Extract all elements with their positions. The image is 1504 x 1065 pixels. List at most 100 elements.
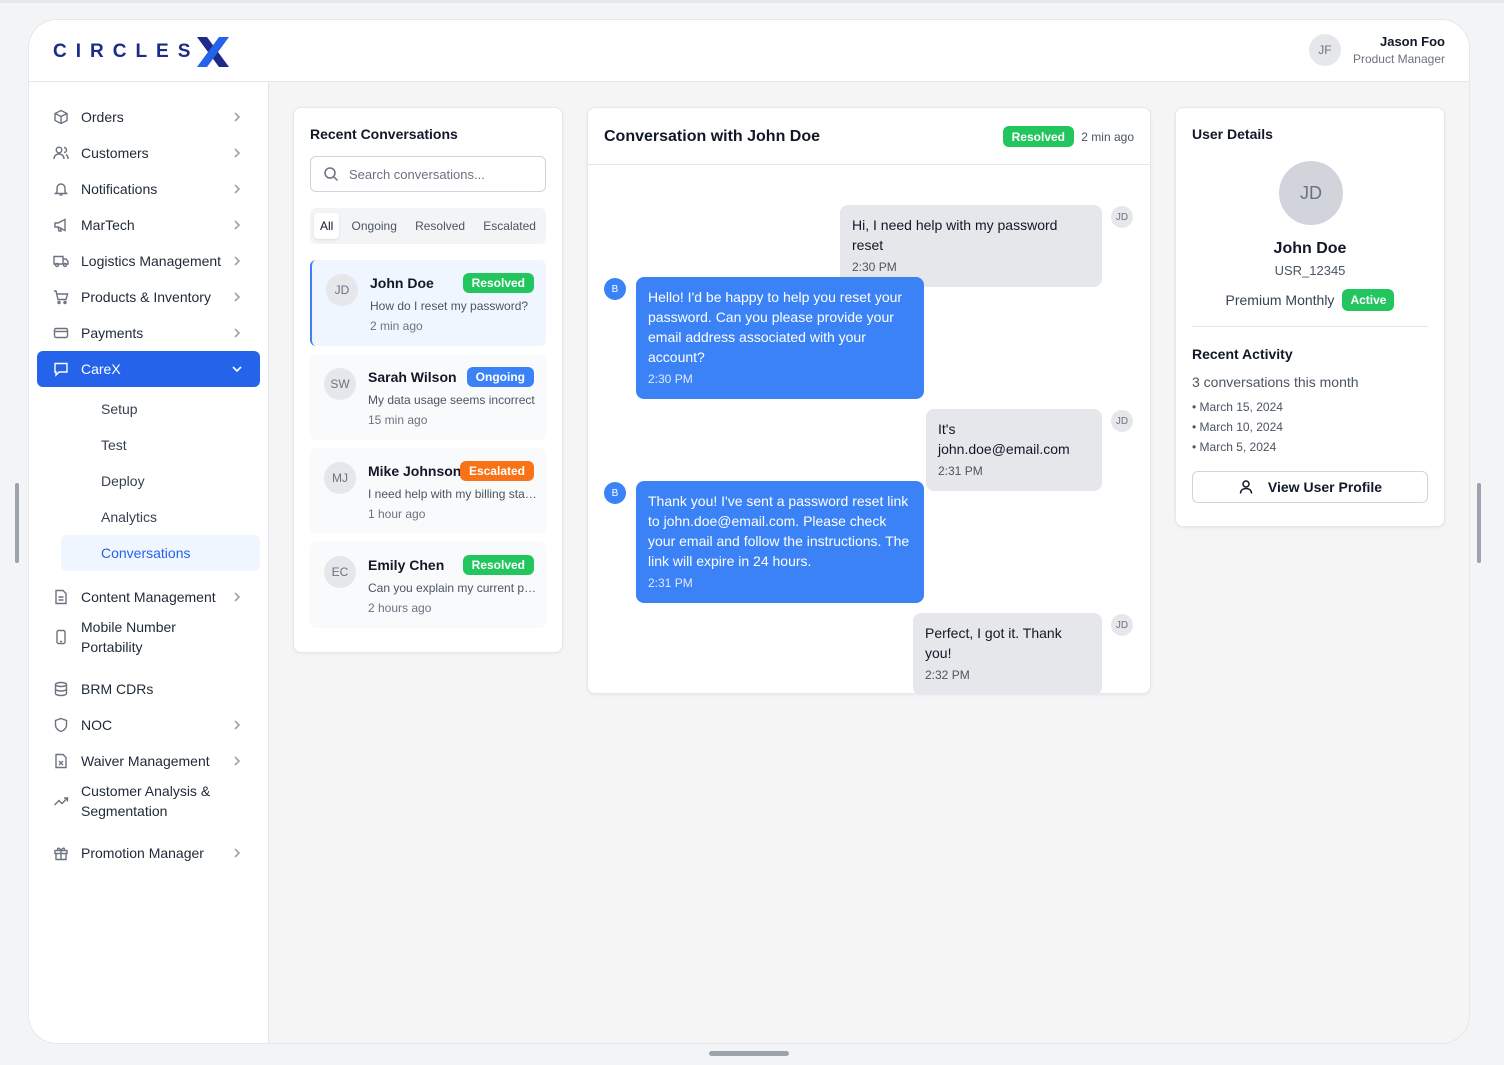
divider (1192, 326, 1428, 327)
sidebar-item-customers[interactable]: Customers (37, 135, 260, 171)
conversation-time: 2 hours ago (368, 601, 432, 615)
trend-icon (53, 793, 69, 809)
message-text: Thank you! I've sent a password reset li… (648, 493, 910, 569)
user-message: Hi, I need help with my password reset 2… (840, 205, 1102, 287)
conversation-header: Conversation with John Doe Resolved 2 mi… (588, 108, 1150, 165)
credit-card-icon (53, 325, 69, 341)
search-box[interactable] (310, 156, 546, 192)
sidebar-item-promotion[interactable]: Promotion Manager (37, 835, 260, 871)
search-icon (324, 167, 339, 182)
sidebar-item-products[interactable]: Products & Inventory (37, 279, 260, 315)
conversation-time: 15 min ago (368, 413, 428, 427)
recent-activity-title: Recent Activity (1192, 346, 1293, 362)
sidebar-subitem-deploy[interactable]: Deploy (61, 463, 260, 499)
status-badge: Resolved (462, 555, 534, 575)
conversation-item[interactable]: JD John Doe Resolved How do I reset my p… (310, 260, 546, 346)
bot-avatar: B (604, 482, 626, 504)
status-badge: Active (1342, 289, 1395, 311)
chevron-right-icon (234, 292, 241, 302)
conversation-item[interactable]: SW Sarah Wilson Ongoing My data usage se… (310, 354, 546, 440)
sidebar-item-customer-analysis[interactable]: Customer Analysis & Segmentation (37, 779, 260, 823)
user-avatar: JD (1111, 206, 1133, 228)
sidebar-item-orders[interactable]: Orders (37, 99, 260, 135)
sidebar-item-logistics[interactable]: Logistics Management (37, 243, 260, 279)
search-input[interactable] (349, 166, 539, 182)
user-menu[interactable]: JF Jason Foo Product Manager (1308, 34, 1445, 66)
conversation-panel: Conversation with John Doe Resolved 2 mi… (587, 107, 1151, 695)
avatar: MJ (324, 462, 356, 494)
avatar: JD (326, 274, 358, 306)
chevron-right-icon (234, 184, 241, 194)
activity-date: • March 15, 2024 (1192, 400, 1283, 414)
chevron-right-icon (234, 148, 241, 158)
conversation-item[interactable]: MJ Mike Johnson Escalated I need help wi… (310, 448, 546, 534)
user-message: It's john.doe@email.com 2:31 PM (926, 409, 1102, 491)
app-frame: CIRCLES JF Jason Foo Product Manager Ord… (29, 20, 1469, 1043)
user-name: Jason Foo (1379, 34, 1445, 49)
conversation-time: 1 hour ago (368, 507, 426, 521)
sidebar-subitem-analytics[interactable]: Analytics (61, 499, 260, 535)
sidebar-item-martech[interactable]: MarTech (37, 207, 260, 243)
customer-id: USR_12345 (1274, 263, 1346, 278)
plan-row: Premium Monthly Active (1176, 289, 1444, 311)
recent-conversations-panel: Recent Conversations All Ongoing Resolve… (293, 107, 563, 653)
filter-escalated[interactable]: Escalated (477, 213, 542, 239)
circles-x-logo[interactable]: CIRCLES (53, 34, 231, 70)
conversation-name: Emily Chen (368, 557, 445, 573)
left-scroll-handle[interactable] (15, 483, 19, 563)
chevron-right-icon (234, 328, 241, 338)
user-message: Perfect, I got it. Thank you! 2:32 PM (913, 613, 1102, 695)
sidebar-item-brm-cdrs[interactable]: BRM CDRs (37, 671, 260, 707)
file-x-icon (53, 753, 69, 769)
status-badge: Ongoing (466, 367, 534, 387)
user-role: Product Manager (1352, 52, 1445, 66)
top-header: CIRCLES JF Jason Foo Product Manager (29, 20, 1469, 82)
status-badge: Escalated (459, 461, 534, 481)
button-label: View User Profile (1267, 479, 1383, 495)
user-details-panel: User Details JD John Doe USR_12345 Premi… (1175, 107, 1445, 527)
filter-ongoing[interactable]: Ongoing (346, 213, 403, 239)
phone-icon (53, 629, 69, 645)
filter-all[interactable]: All (314, 213, 340, 239)
message-text: It's john.doe@email.com (938, 421, 1070, 457)
customer-name: John Doe (1273, 240, 1347, 257)
sidebar-item-noc[interactable]: NOC (37, 707, 260, 743)
sidebar-subitem-test[interactable]: Test (61, 427, 260, 463)
filter-resolved[interactable]: Resolved (409, 213, 471, 239)
conversation-name: Sarah Wilson (368, 369, 457, 385)
view-user-profile-button[interactable]: View User Profile (1192, 471, 1428, 503)
message-text: Hi, I need help with my password reset (852, 217, 1058, 253)
bot-message: Thank you! I've sent a password reset li… (636, 481, 924, 603)
message-time: 2:31 PM (938, 464, 983, 478)
logo-x-mark (197, 37, 230, 67)
chat-icon (53, 361, 69, 377)
sidebar-item-mnp[interactable]: Mobile Number Portability (37, 615, 260, 659)
chevron-right-icon (234, 592, 241, 602)
chevron-right-icon (234, 256, 241, 266)
avatar: EC (324, 556, 356, 588)
sidebar-item-notifications[interactable]: Notifications (37, 171, 260, 207)
conversation-item[interactable]: EC Emily Chen Resolved Can you explain m… (310, 542, 546, 628)
sidebar-subitem-setup[interactable]: Setup (61, 391, 260, 427)
conversation-preview: Can you explain my current plan? (368, 581, 538, 595)
panel-title: Recent Conversations (310, 126, 458, 142)
window-top-border (0, 0, 1504, 3)
sidebar-item-carex[interactable]: CareX (37, 351, 260, 387)
sidebar-item-payments[interactable]: Payments (37, 315, 260, 351)
user-avatar: JD (1111, 410, 1133, 432)
home-indicator (709, 1051, 789, 1056)
sidebar-item-waiver[interactable]: Waiver Management (37, 743, 260, 779)
right-scroll-handle[interactable] (1477, 483, 1481, 563)
conversation-preview: How do I reset my password? (370, 299, 529, 313)
plan-name: Premium Monthly (1225, 292, 1335, 308)
conversation-time: 2 min ago (370, 319, 423, 333)
sidebar-subitem-conversations[interactable]: Conversations (61, 535, 260, 571)
truck-icon (53, 253, 69, 269)
conversation-name: John Doe (370, 275, 434, 291)
conversation-time: 2 min ago (1081, 130, 1134, 144)
chevron-down-icon (232, 366, 242, 373)
sidebar-item-content[interactable]: Content Management (37, 579, 260, 615)
chevron-right-icon (234, 112, 241, 122)
megaphone-icon (53, 217, 69, 233)
conversation-preview: My data usage seems incorrect (368, 393, 535, 407)
